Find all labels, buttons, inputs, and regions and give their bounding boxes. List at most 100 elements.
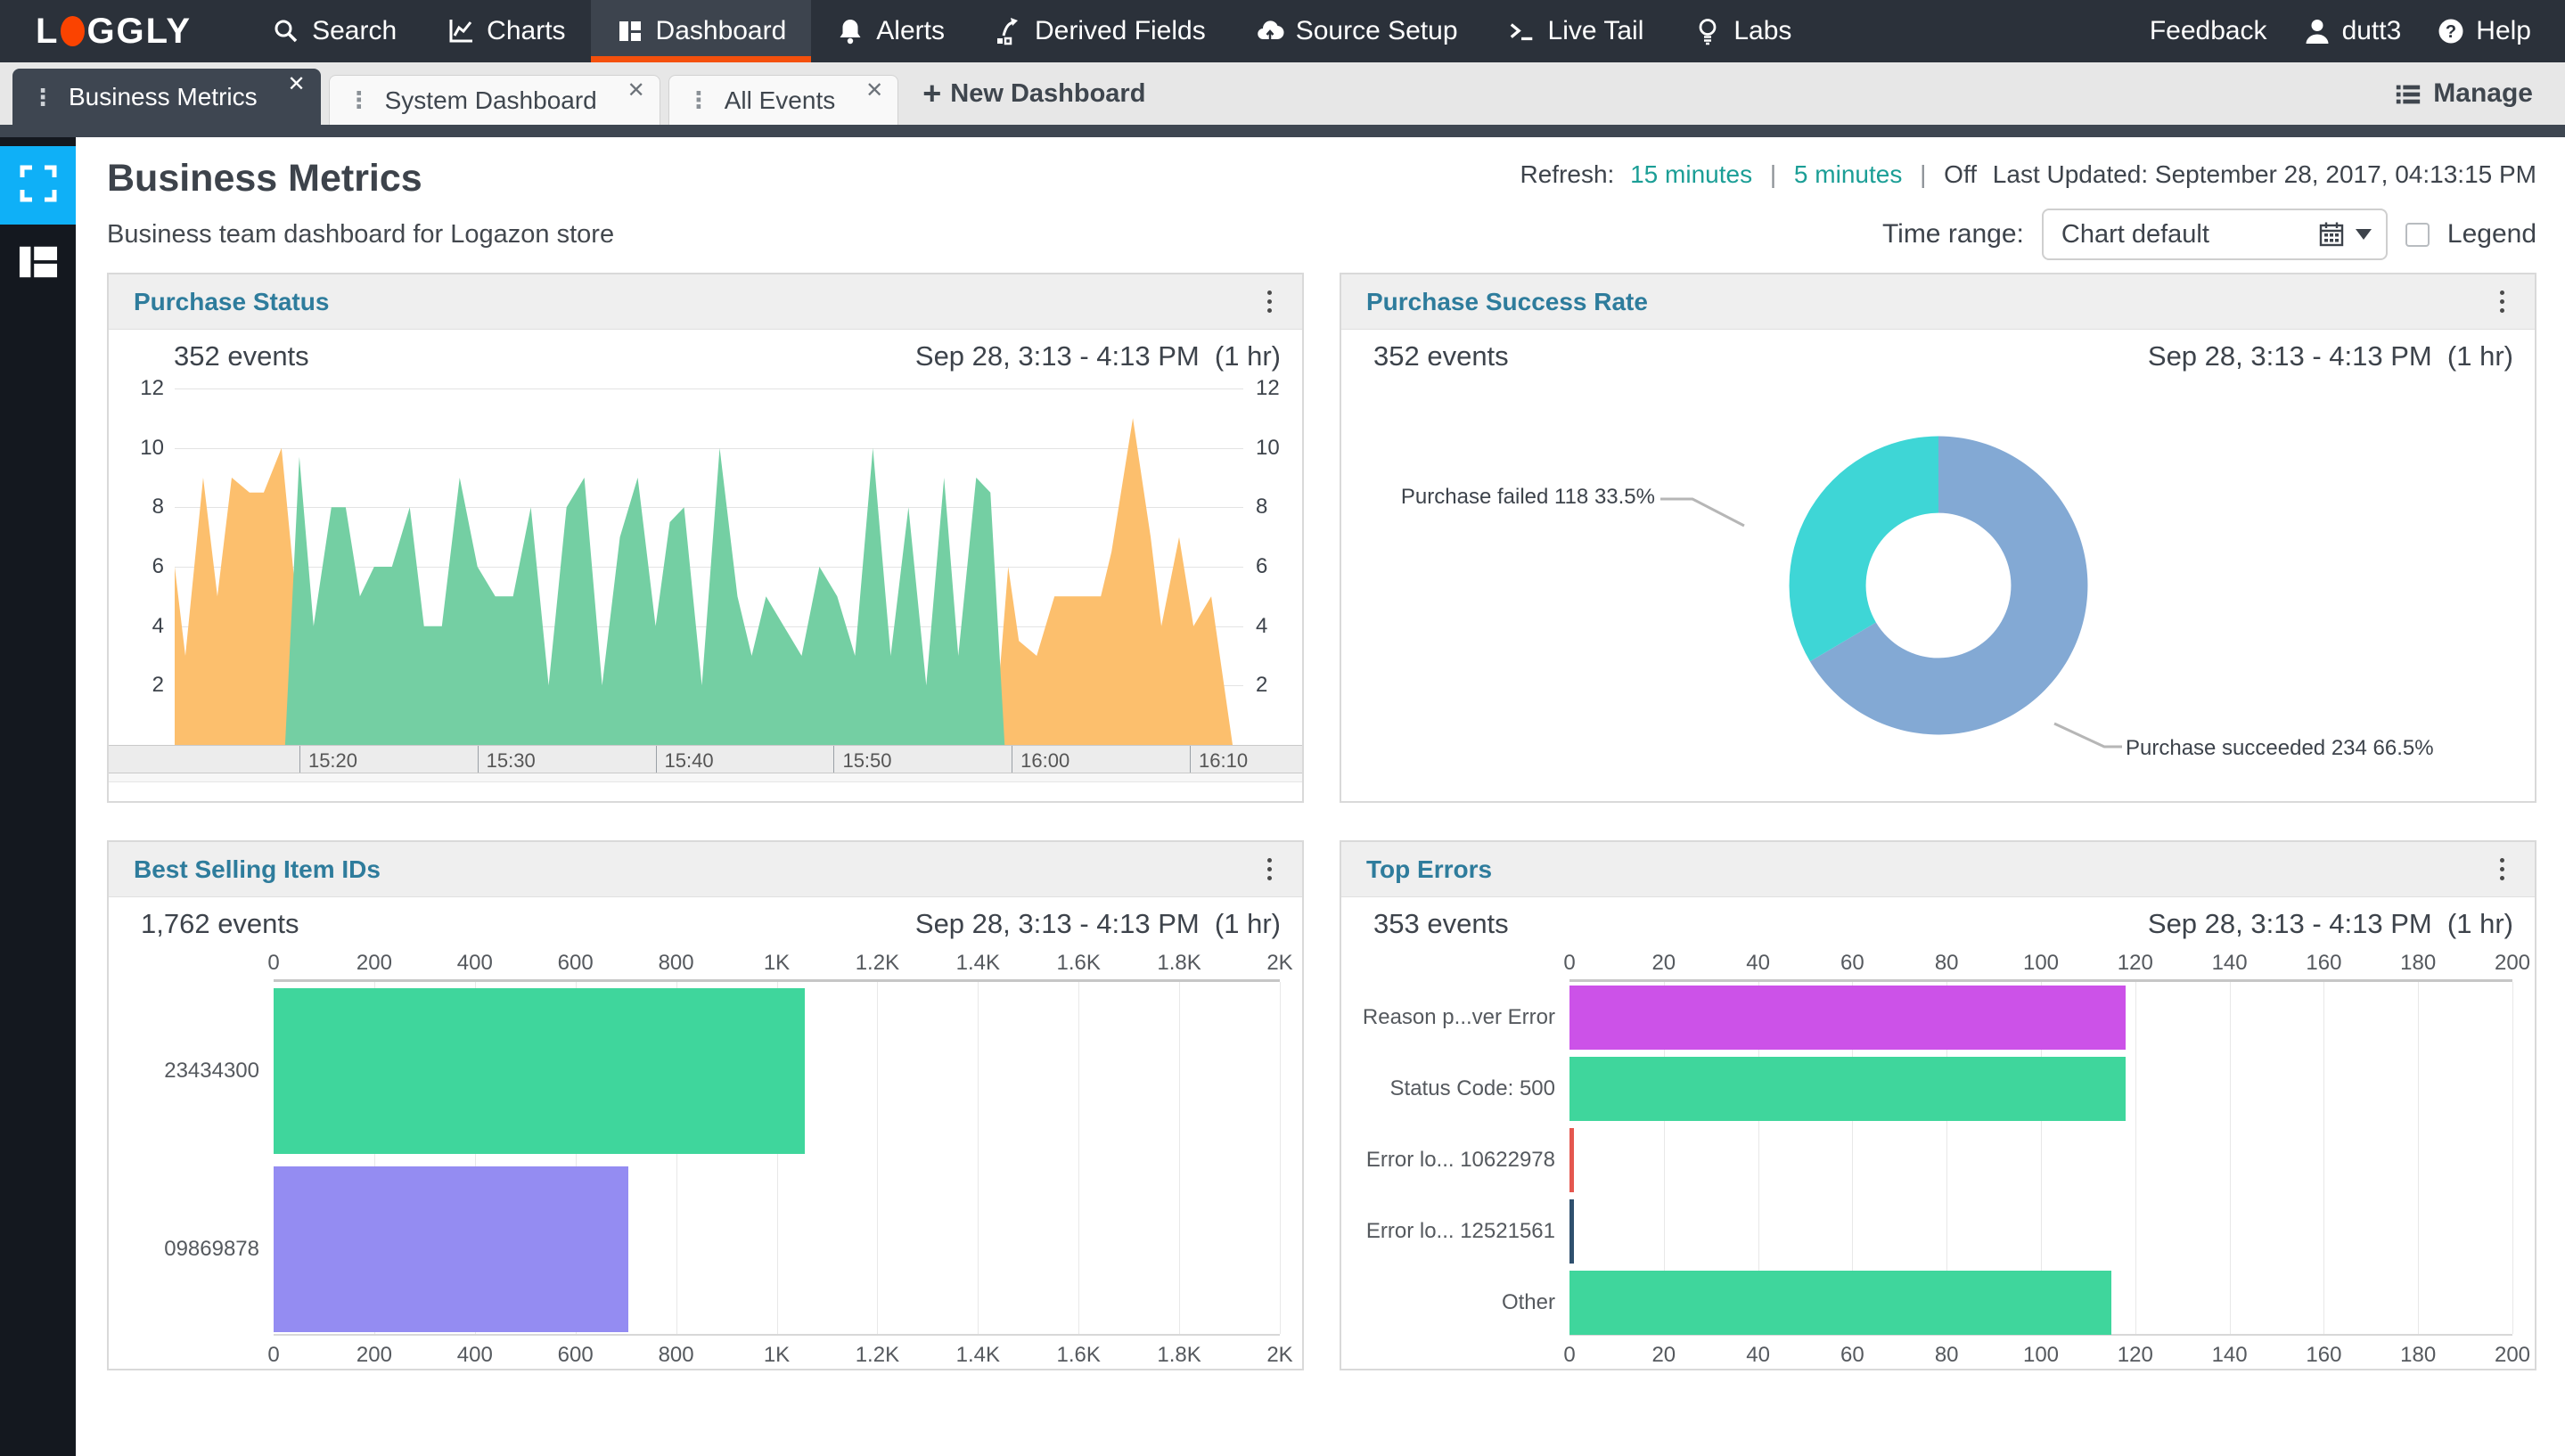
y-tick-label: 10 <box>140 435 164 460</box>
kebab-menu-icon[interactable] <box>1262 285 1277 318</box>
close-icon[interactable]: ✕ <box>288 74 306 95</box>
events-count: 353 events <box>1373 908 1509 939</box>
x-tick-label: 600 <box>557 951 594 975</box>
bar-row: Status Code: 500 <box>1390 1053 2512 1125</box>
bar-row: Other <box>1502 1267 2512 1338</box>
nav-item-label: Live Tail <box>1547 16 1644 45</box>
bar-error-lo-10622978[interactable] <box>1569 1128 1575 1192</box>
x-tick-label: 800 <box>658 1343 694 1367</box>
drag-handle-icon[interactable]: ⋮ <box>687 86 710 114</box>
x-axis-band[interactable]: 15:20 15:30 15:40 15:50 16:00 16:10 <box>109 745 1302 773</box>
close-icon[interactable]: ✕ <box>865 80 883 102</box>
tabbar-bottom-strip <box>0 125 2565 137</box>
x-axis-bottom: 0 20 40 60 80 100 120 140 160 180 200 <box>1563 1336 2530 1367</box>
bar-23434300[interactable] <box>274 988 805 1154</box>
donut-slice-purchase-failed[interactable] <box>1789 436 1938 662</box>
close-icon[interactable]: ✕ <box>627 80 645 102</box>
leader-line <box>2053 722 2122 748</box>
kebab-menu-icon[interactable] <box>1262 853 1277 886</box>
panel-title: Top Errors <box>1366 855 1493 883</box>
layout-button[interactable] <box>0 225 76 303</box>
x-tick-label: 1.8K <box>1157 951 1201 975</box>
plot-area[interactable] <box>175 389 1243 745</box>
nav-item-live-tail[interactable]: Live Tail <box>1483 0 1669 62</box>
x-tick-label: 200 <box>2494 1343 2531 1367</box>
nav-item-search[interactable]: Search <box>247 0 422 62</box>
panel-purchase-status: Purchase Status 352 events Sep 28, 3:13 … <box>107 273 1304 803</box>
drag-handle-icon[interactable]: ⋮ <box>31 84 54 111</box>
y-tick-label: 6 <box>1256 554 1268 578</box>
x-tick-label: 160 <box>2306 1343 2342 1367</box>
source-setup-icon <box>1256 17 1284 45</box>
panel-time-range: Sep 28, 3:13 - 4:13 PM (1 hr) <box>2147 340 2513 372</box>
events-count: 1,762 events <box>141 908 299 939</box>
bar-row: 09869878 <box>164 1160 1280 1338</box>
last-updated-label: Last Updated: September 28, 2017, 04:13:… <box>1992 160 2536 188</box>
nav-item-alerts[interactable]: Alerts <box>811 0 970 62</box>
x-tick-label: 400 <box>456 951 493 975</box>
manage-button[interactable]: Manage <box>2394 62 2533 125</box>
chevron-down-icon <box>2355 229 2372 240</box>
separator: | <box>1920 160 1927 188</box>
nav-item-derived-fields[interactable]: Derived Fields <box>970 0 1231 62</box>
y-tick-label: 4 <box>1256 613 1268 638</box>
x-tick-label: 2K <box>1266 951 1293 975</box>
category-label: Error lo... 10622978 <box>1365 1148 1555 1172</box>
loggly-logo[interactable]: L GGLY <box>36 0 192 62</box>
tab-all-events[interactable]: ⋮ All Events ✕ <box>668 75 899 125</box>
refresh-15-link[interactable]: 15 minutes <box>1630 160 1752 188</box>
x-tick-label: 200 <box>356 951 392 975</box>
bar-error-lo-12521561[interactable] <box>1569 1199 1575 1264</box>
svg-text:?: ? <box>2446 22 2456 42</box>
x-axis-bottom: 0 200 400 600 800 1K 1.2K 1.4K 1.6K 1.8K 2K <box>267 1336 1292 1367</box>
y-axis-right: 2 4 6 8 10 12 <box>1243 376 1302 745</box>
nav-item-dashboard[interactable]: Dashboard <box>590 0 812 62</box>
bar-status-code-500[interactable] <box>1569 1057 2127 1121</box>
new-dashboard-button[interactable]: + New Dashboard <box>922 77 1146 109</box>
y-tick-label: 12 <box>140 376 164 400</box>
help-menu[interactable]: ? Help <box>2437 16 2531 46</box>
user-menu[interactable]: dutt3 <box>2303 16 2401 46</box>
nav-item-source-setup[interactable]: Source Setup <box>1231 0 1483 62</box>
nav-item-label: Charts <box>487 16 566 45</box>
y-tick-label: 4 <box>152 613 164 638</box>
tab-business-metrics[interactable]: ⋮ Business Metrics ✕ <box>12 69 321 125</box>
nav-items: Search Charts Dashboard Alerts Derived Field… <box>247 0 1816 62</box>
panel-time-range: Sep 28, 3:13 - 4:13 PM (1 hr) <box>2147 908 2513 939</box>
series-green[interactable] <box>284 447 1005 745</box>
x-tick-label: 0 <box>1563 1343 1576 1367</box>
nav-item-labs[interactable]: Labs <box>1668 0 1816 62</box>
feedback-link[interactable]: Feedback <box>2150 16 2267 46</box>
x-tick-label: 40 <box>1746 1343 1770 1367</box>
gridline <box>1280 982 1281 1334</box>
new-dashboard-label: New Dashboard <box>950 78 1146 108</box>
x-tick-label: 1.4K <box>955 951 1000 975</box>
panel-best-selling-item-ids: Best Selling Item IDs 1,762 events Sep 2… <box>107 840 1304 1370</box>
drag-handle-icon[interactable]: ⋮ <box>348 86 371 114</box>
x-tick <box>299 746 300 773</box>
x-tick-label: 80 <box>1934 951 1959 975</box>
area-chart: 2 4 6 8 10 12 15:20 15:30 15:40 15:50 16:00 16:10 … <box>109 376 1302 782</box>
nav-item-label: Source Setup <box>1295 16 1458 45</box>
x-tick-label: 0 <box>267 1343 280 1367</box>
x-axis-top: 0 200 400 600 800 1K 1.2K 1.4K 1.6K 1.8K 2K <box>267 949 1292 979</box>
legend-checkbox[interactable] <box>2405 222 2430 247</box>
category-label: 23434300 <box>164 1059 259 1083</box>
logo-text-start: L <box>36 11 60 51</box>
bar-09869878[interactable] <box>274 1166 628 1332</box>
refresh-5-link[interactable]: 5 minutes <box>1794 160 1902 188</box>
x-tick-label: 160 <box>2306 951 2342 975</box>
kebab-menu-icon[interactable] <box>2495 853 2510 886</box>
time-range-select[interactable]: Chart default <box>2041 209 2388 260</box>
nav-item-label: Dashboard <box>655 16 787 45</box>
bar-reason-p-ver-error[interactable] <box>1569 986 2127 1050</box>
bar-other[interactable] <box>1569 1271 2112 1335</box>
x-tick-label: 1.6K <box>1056 1343 1101 1367</box>
refresh-off-option[interactable]: Off <box>1944 160 1977 188</box>
plot-area: 23434300 09869878 <box>164 979 1281 1338</box>
nav-item-charts[interactable]: Charts <box>422 0 590 62</box>
tab-system-dashboard[interactable]: ⋮ System Dashboard ✕ <box>328 75 660 125</box>
kebab-menu-icon[interactable] <box>2495 285 2510 318</box>
fullscreen-icon <box>19 164 58 208</box>
fullscreen-button[interactable] <box>0 146 76 225</box>
